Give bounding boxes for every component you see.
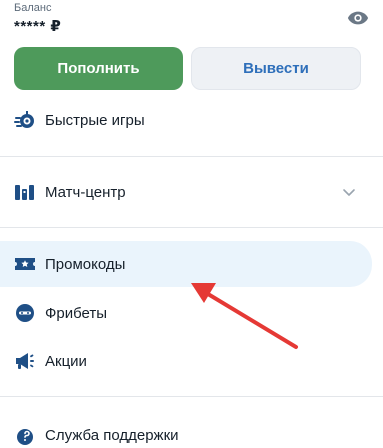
balance-block: Баланс ***** ₽	[14, 0, 369, 40]
deposit-button[interactable]: Пополнить	[14, 47, 183, 90]
ticket-star-icon	[13, 252, 37, 276]
match-center-icon	[13, 180, 37, 204]
divider	[0, 227, 383, 228]
divider	[0, 156, 383, 157]
menu-item-label: Промокоды	[45, 255, 126, 273]
menu-item-support[interactable]: Служба поддержки	[0, 412, 372, 448]
menu-item-label: Матч-центр	[45, 183, 126, 201]
menu-item-freebets[interactable]: Фрибеты	[0, 290, 372, 336]
menu-item-promo-codes[interactable]: Промокоды	[0, 241, 372, 287]
eye-icon[interactable]	[347, 10, 369, 26]
menu-item-promotions[interactable]: Акции	[0, 338, 372, 384]
menu-item-label: Быстрые игры	[45, 111, 145, 129]
menu-item-match-center[interactable]: Матч-центр	[0, 169, 372, 215]
menu-item-label: Фрибеты	[45, 304, 108, 322]
balance-label: Баланс	[14, 2, 52, 14]
withdraw-button[interactable]: Вывести	[191, 47, 361, 90]
freebet-icon	[13, 301, 37, 325]
menu-item-label: Служба поддержки	[45, 426, 179, 444]
menu-item-label: Акции	[45, 352, 87, 370]
balance-value: ***** ₽	[14, 18, 62, 35]
quick-games-icon	[13, 108, 37, 132]
divider	[0, 396, 383, 397]
menu-item-quick-games[interactable]: Быстрые игры	[0, 97, 372, 143]
chevron-down-icon[interactable]	[342, 185, 356, 199]
megaphone-icon	[13, 349, 37, 373]
support-icon	[13, 423, 37, 447]
